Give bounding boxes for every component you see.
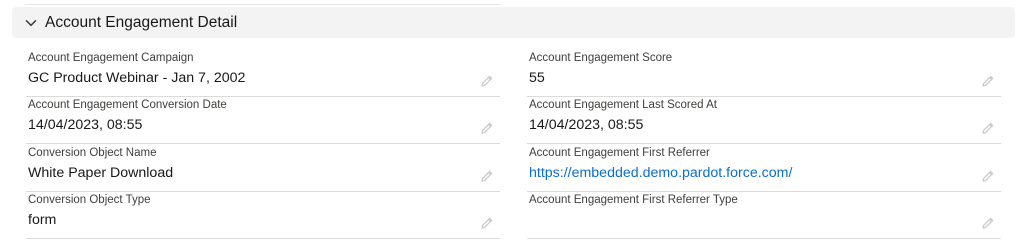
field-conversion-object-type: Conversion Object Type form: [26, 194, 500, 239]
field-label: Account Engagement Campaign: [28, 52, 194, 64]
field-label: Conversion Object Type: [28, 194, 151, 206]
first-referrer-link[interactable]: https://embedded.demo.pardot.force.com/: [529, 165, 792, 181]
section-title: Account Engagement Detail: [45, 13, 238, 31]
pencil-icon[interactable]: [480, 169, 494, 183]
pencil-icon[interactable]: [480, 216, 494, 230]
field-label: Account Engagement First Referrer Type: [529, 194, 738, 206]
field-value: form: [28, 212, 57, 228]
field-account-engagement-campaign: Account Engagement Campaign GC Product W…: [26, 52, 500, 97]
pencil-icon[interactable]: [981, 74, 995, 88]
field-value: 55: [529, 70, 545, 86]
pencil-icon[interactable]: [480, 121, 494, 135]
pencil-icon[interactable]: [480, 74, 494, 88]
field-label: Account Engagement Score: [529, 52, 673, 64]
field-label: Account Engagement Conversion Date: [28, 99, 227, 111]
top-divider: [26, 4, 500, 5]
field-account-engagement-score: Account Engagement Score 55: [527, 52, 1001, 97]
pencil-icon[interactable]: [981, 216, 995, 230]
field-value: 14/04/2023, 08:55: [28, 117, 143, 133]
pencil-icon[interactable]: [981, 121, 995, 135]
chevron-down-icon[interactable]: [24, 16, 37, 29]
section-header-toggle[interactable]: Account Engagement Detail: [12, 7, 1015, 38]
field-account-engagement-first-referrer-type: Account Engagement First Referrer Type: [527, 194, 1001, 239]
pencil-icon[interactable]: [981, 169, 995, 183]
field-value: White Paper Download: [28, 165, 174, 181]
field-account-engagement-first-referrer: Account Engagement First Referrer https:…: [527, 147, 1001, 192]
field-value: GC Product Webinar - Jan 7, 2002: [28, 70, 246, 86]
field-label: Account Engagement First Referrer: [529, 147, 710, 159]
field-value: 14/04/2023, 08:55: [529, 117, 644, 133]
field-conversion-object-name: Conversion Object Name White Paper Downl…: [26, 147, 500, 192]
field-label: Conversion Object Name: [28, 147, 157, 159]
field-account-engagement-conversion-date: Account Engagement Conversion Date 14/04…: [26, 99, 500, 144]
field-label: Account Engagement Last Scored At: [529, 99, 717, 111]
field-account-engagement-last-scored-at: Account Engagement Last Scored At 14/04/…: [527, 99, 1001, 144]
